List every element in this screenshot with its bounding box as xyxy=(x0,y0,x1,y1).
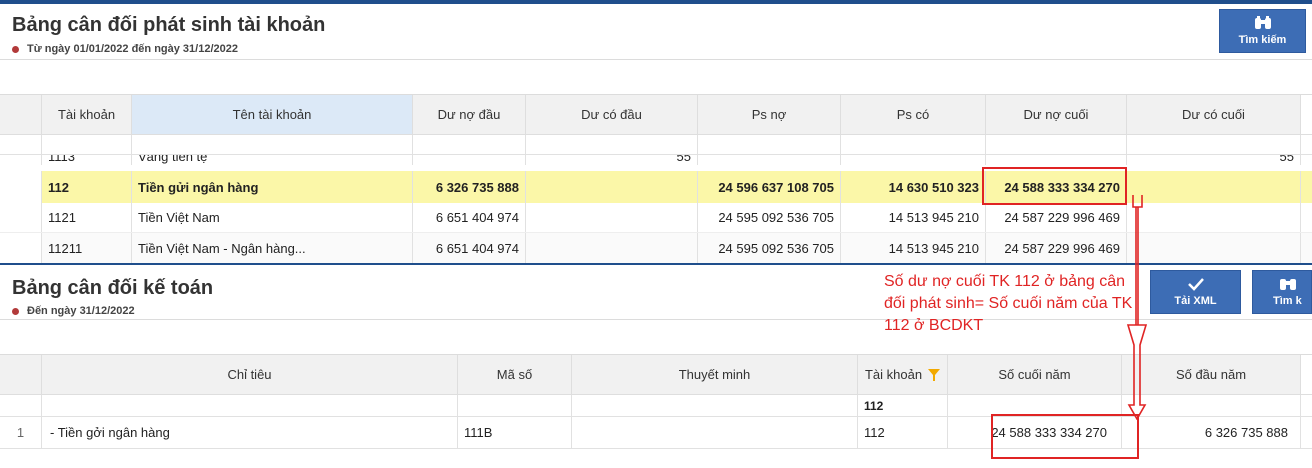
cell-credit: 14 630 510 323 xyxy=(841,171,986,203)
highlight-box-end-year xyxy=(991,414,1139,459)
page-title: Bảng cân đối phát sinh tài khoản xyxy=(12,14,326,36)
cell-opening-debit: 6 651 404 974 xyxy=(413,233,526,263)
col-account-label: Tài khoản xyxy=(864,367,923,382)
search-button-label: Tìm kiếm xyxy=(1238,34,1287,46)
balance-sheet-date-text: Đến ngày 31/12/2022 xyxy=(27,305,135,317)
row-selector-header xyxy=(0,95,42,134)
binoculars-icon xyxy=(1280,279,1296,290)
cell-start-year: 6 326 735 888 xyxy=(1122,417,1301,448)
top-accent-bar xyxy=(0,0,1312,4)
filter-cell[interactable] xyxy=(698,135,841,154)
col-opening-debit[interactable]: Dư nợ đầu xyxy=(413,95,526,134)
col-code[interactable]: Mã số xyxy=(458,355,572,394)
table-row[interactable]: 1121 Tiền Việt Nam 6 651 404 974 24 595 … xyxy=(0,203,1312,233)
col-closing-credit[interactable]: Dư có cuối xyxy=(1127,95,1301,134)
download-xml-button[interactable]: Tải XML xyxy=(1150,270,1241,314)
col-account[interactable]: Tài khoản xyxy=(42,95,132,134)
cell-code: 111B xyxy=(458,417,572,448)
date-range-text: Từ ngày 01/01/2022 đến ngày 31/12/2022 xyxy=(27,43,238,55)
filter-cell[interactable] xyxy=(1127,135,1301,154)
balance-sheet-date: Đến ngày 31/12/2022 xyxy=(12,305,135,317)
table-header: Tài khoản Tên tài khoản Dư nợ đầu Dư có … xyxy=(0,95,1312,135)
cell-opening-credit xyxy=(526,203,698,232)
filter-cell[interactable] xyxy=(841,135,986,154)
cell-account-name: Vàng tiền tệ xyxy=(132,155,413,165)
filter-row xyxy=(0,135,1312,155)
cell-account-name: Tiền gửi ngân hàng xyxy=(132,171,413,203)
col-account-name[interactable]: Tên tài khoản xyxy=(132,95,413,134)
bullet-icon xyxy=(12,307,19,315)
filter-cell[interactable] xyxy=(1122,395,1301,416)
cell-closing-credit xyxy=(1127,233,1301,263)
filter-cell[interactable] xyxy=(948,395,1122,416)
row-index: 1 xyxy=(0,417,42,448)
binoculars-icon xyxy=(1254,16,1271,29)
filter-cell[interactable] xyxy=(42,395,458,416)
cell-account: 1113 xyxy=(42,155,132,165)
cell-opening-credit xyxy=(526,171,698,203)
cell-closing-credit xyxy=(1127,203,1301,232)
cell-closing-credit xyxy=(1127,171,1301,203)
cell-closing-credit: 55 xyxy=(1127,155,1301,165)
cell-debit: 24 595 092 536 705 xyxy=(698,233,841,263)
cell-debit: 24 595 092 536 705 xyxy=(698,203,841,232)
account-filter-input[interactable]: 112 xyxy=(858,395,948,416)
filter-icon[interactable] xyxy=(928,368,941,381)
filter-cell[interactable] xyxy=(42,135,132,154)
col-account[interactable]: Tài khoản xyxy=(858,355,948,394)
table-row-partial: 1113 Vàng tiền tệ 55 55 xyxy=(0,155,1312,165)
cell-account: 1121 xyxy=(42,203,132,232)
date-range: Từ ngày 01/01/2022 đến ngày 31/12/2022 xyxy=(12,43,238,55)
cell-closing-debit: 24 587 229 996 469 xyxy=(986,203,1127,232)
cell-opening-debit: 6 651 404 974 xyxy=(413,203,526,232)
filter-cell[interactable] xyxy=(986,135,1127,154)
checkmark-icon xyxy=(1187,278,1204,291)
table-row[interactable]: 11211 Tiền Việt Nam - Ngân hàng... 6 651… xyxy=(0,233,1312,263)
cell-account: 112 xyxy=(42,171,132,203)
col-start-year[interactable]: Số đầu năm xyxy=(1122,355,1301,394)
table-header: Chỉ tiêu Mã số Thuyết minh Tài khoản Số … xyxy=(0,355,1312,395)
cell-closing-debit: 24 587 229 996 469 xyxy=(986,233,1127,263)
col-note[interactable]: Thuyết minh xyxy=(572,355,858,394)
cell-credit: 14 513 945 210 xyxy=(841,203,986,232)
cell-note xyxy=(572,417,858,448)
filter-cell[interactable] xyxy=(458,395,572,416)
filter-cell[interactable] xyxy=(572,395,858,416)
cell-account-name: Tiền Việt Nam xyxy=(132,203,413,232)
col-end-year[interactable]: Số cuối năm xyxy=(948,355,1122,394)
col-closing-debit[interactable]: Dư nợ cuối xyxy=(986,95,1127,134)
highlight-box-closing-debit xyxy=(982,167,1127,205)
cell-credit: 14 513 945 210 xyxy=(841,233,986,263)
cell-account-name: Tiền Việt Nam - Ngân hàng... xyxy=(132,233,413,263)
cell-account: 112 xyxy=(858,417,948,448)
cell-opening-debit: 6 326 735 888 xyxy=(413,171,526,203)
col-credit[interactable]: Ps có xyxy=(841,95,986,134)
bullet-icon xyxy=(12,45,19,53)
panel1-toolbar xyxy=(0,59,1312,95)
search-button-2[interactable]: Tìm k xyxy=(1252,270,1312,314)
cell-opening-credit: 55 xyxy=(526,155,698,165)
search-button-2-label: Tìm k xyxy=(1273,295,1302,307)
col-item[interactable]: Chỉ tiêu xyxy=(42,355,458,394)
cell-item: - Tiền gởi ngân hàng xyxy=(42,417,458,448)
col-opening-credit[interactable]: Dư có đầu xyxy=(526,95,698,134)
cell-opening-credit xyxy=(526,233,698,263)
cell-debit: 24 596 637 108 705 xyxy=(698,171,841,203)
panel-divider xyxy=(0,263,1312,265)
filter-cell[interactable] xyxy=(132,135,413,154)
col-debit[interactable]: Ps nợ xyxy=(698,95,841,134)
balance-sheet-title: Bảng cân đối kế toán xyxy=(12,277,214,299)
search-button[interactable]: Tìm kiếm xyxy=(1219,9,1306,53)
cell-account: 11211 xyxy=(42,233,132,263)
filter-cell[interactable] xyxy=(526,135,698,154)
filter-cell[interactable] xyxy=(413,135,526,154)
download-xml-label: Tải XML xyxy=(1174,295,1217,307)
annotation-note: Số dư nợ cuối TK 112 ở bảng cân đối phát… xyxy=(884,273,1133,334)
